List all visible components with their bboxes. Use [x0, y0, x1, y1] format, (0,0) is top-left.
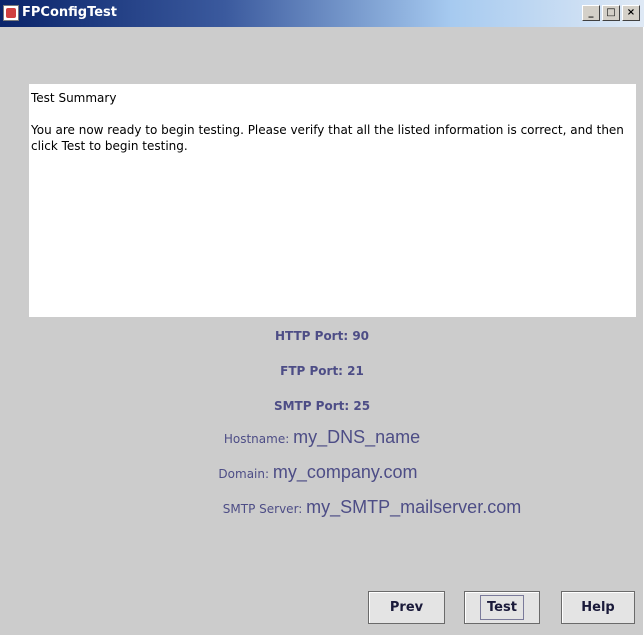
- domain-value: my_company.com: [272, 462, 418, 482]
- test-button-label: Test: [480, 595, 524, 620]
- hostname-label: Hostname:: [223, 432, 294, 446]
- http-port-row: HTTP Port: 90: [274, 329, 370, 343]
- hostname-row: Hostname: my_DNS_name: [0, 427, 644, 448]
- test-button[interactable]: Test: [464, 591, 540, 624]
- smtp-server-value: my_SMTP_mailserver.com: [306, 497, 522, 517]
- smtp-server-label: SMTP Server:: [222, 502, 307, 516]
- help-button-label: Help: [581, 600, 615, 615]
- maximize-icon[interactable]: □: [602, 5, 620, 21]
- smtp-server-row: SMTP Server: my_SMTP_mailserver.com: [50, 497, 644, 518]
- title-bar[interactable]: FPConfigTest _ □ ×: [0, 0, 644, 27]
- window-title: FPConfigTest: [22, 5, 117, 20]
- minimize-icon[interactable]: _: [582, 5, 600, 21]
- help-button[interactable]: Help: [561, 591, 635, 624]
- app-window: FPConfigTest _ □ × Test Summary You are …: [0, 0, 644, 635]
- summary-title: Test Summary: [31, 91, 117, 105]
- prev-button-label: Prev: [389, 600, 424, 615]
- summary-body: You are now ready to begin testing. Plea…: [31, 123, 624, 153]
- test-summary-panel: Test Summary You are now ready to begin …: [29, 84, 636, 317]
- smtp-port-row: SMTP Port: 25: [273, 399, 371, 413]
- window-controls: _ □ ×: [582, 5, 640, 21]
- close-icon[interactable]: ×: [622, 5, 640, 21]
- hostname-value: my_DNS_name: [293, 427, 421, 447]
- app-java-icon[interactable]: [3, 5, 19, 21]
- ftp-port-row: FTP Port: 21: [280, 364, 364, 378]
- domain-row: Domain: my_company.com: [0, 462, 640, 483]
- prev-button[interactable]: Prev: [368, 591, 445, 624]
- domain-label: Domain:: [218, 467, 273, 481]
